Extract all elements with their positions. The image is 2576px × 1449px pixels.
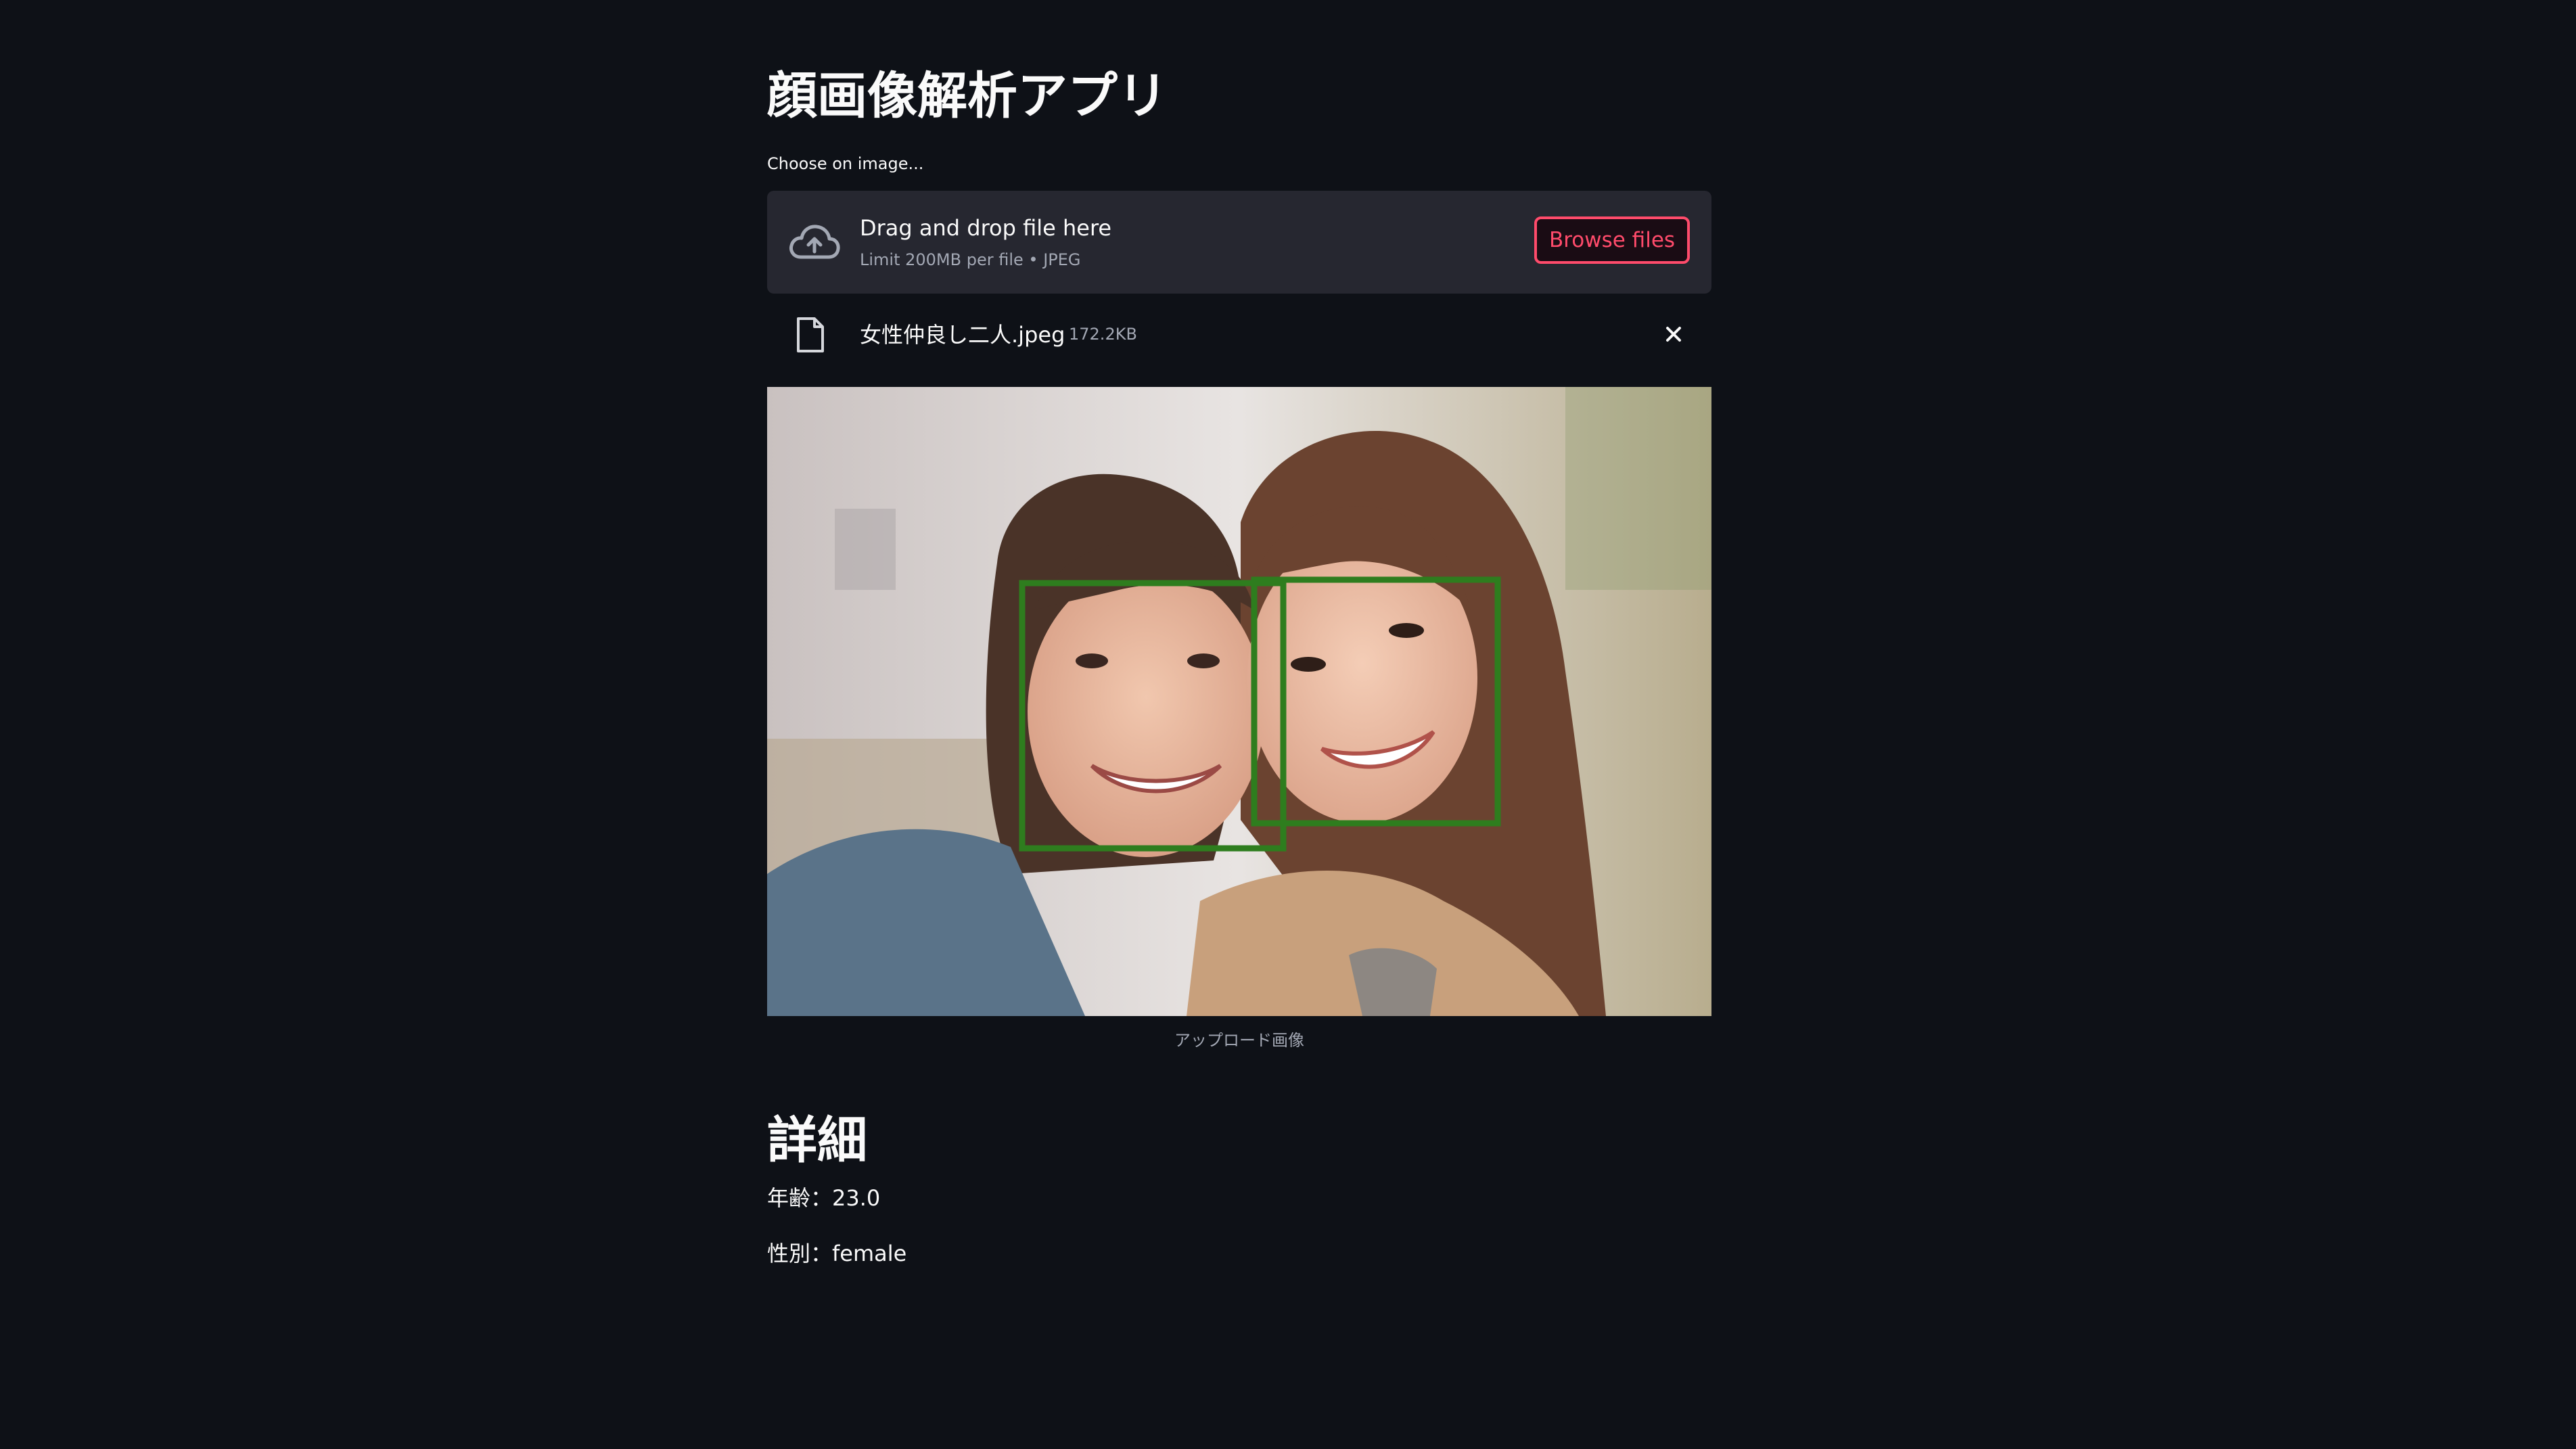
page-title: 顔画像解析アプリ [767,67,1168,125]
uploaded-file-item: 女性仲良し二人.jpeg 172.2KB [767,302,1711,364]
uploaded-image [767,387,1711,1016]
age-result: 年齢：23.0 [767,1185,881,1211]
cloud-upload-icon [789,225,840,259]
file-uploader-label: Choose on image... [767,154,924,173]
details-heading: 詳細 [767,1111,867,1170]
face-detection-photo [767,387,1711,1016]
browse-files-button[interactable]: Browse files [1534,216,1690,264]
app-root: 顔画像解析アプリ Choose on image... Drag and dro… [0,0,2576,1449]
dropzone-limit-text: Limit 200MB per file • JPEG [860,250,1081,269]
file-dropzone[interactable]: Drag and drop file here Limit 200MB per … [767,191,1711,294]
file-icon [797,317,824,352]
dropzone-instructions: Drag and drop file here [860,215,1112,241]
gender-result: 性別：female [767,1241,907,1266]
close-icon[interactable] [1661,322,1686,346]
image-caption: アップロード画像 [1174,1031,1304,1050]
uploaded-file-name: 女性仲良し二人.jpeg [860,322,1065,348]
uploaded-file-size: 172.2KB [1069,325,1137,344]
